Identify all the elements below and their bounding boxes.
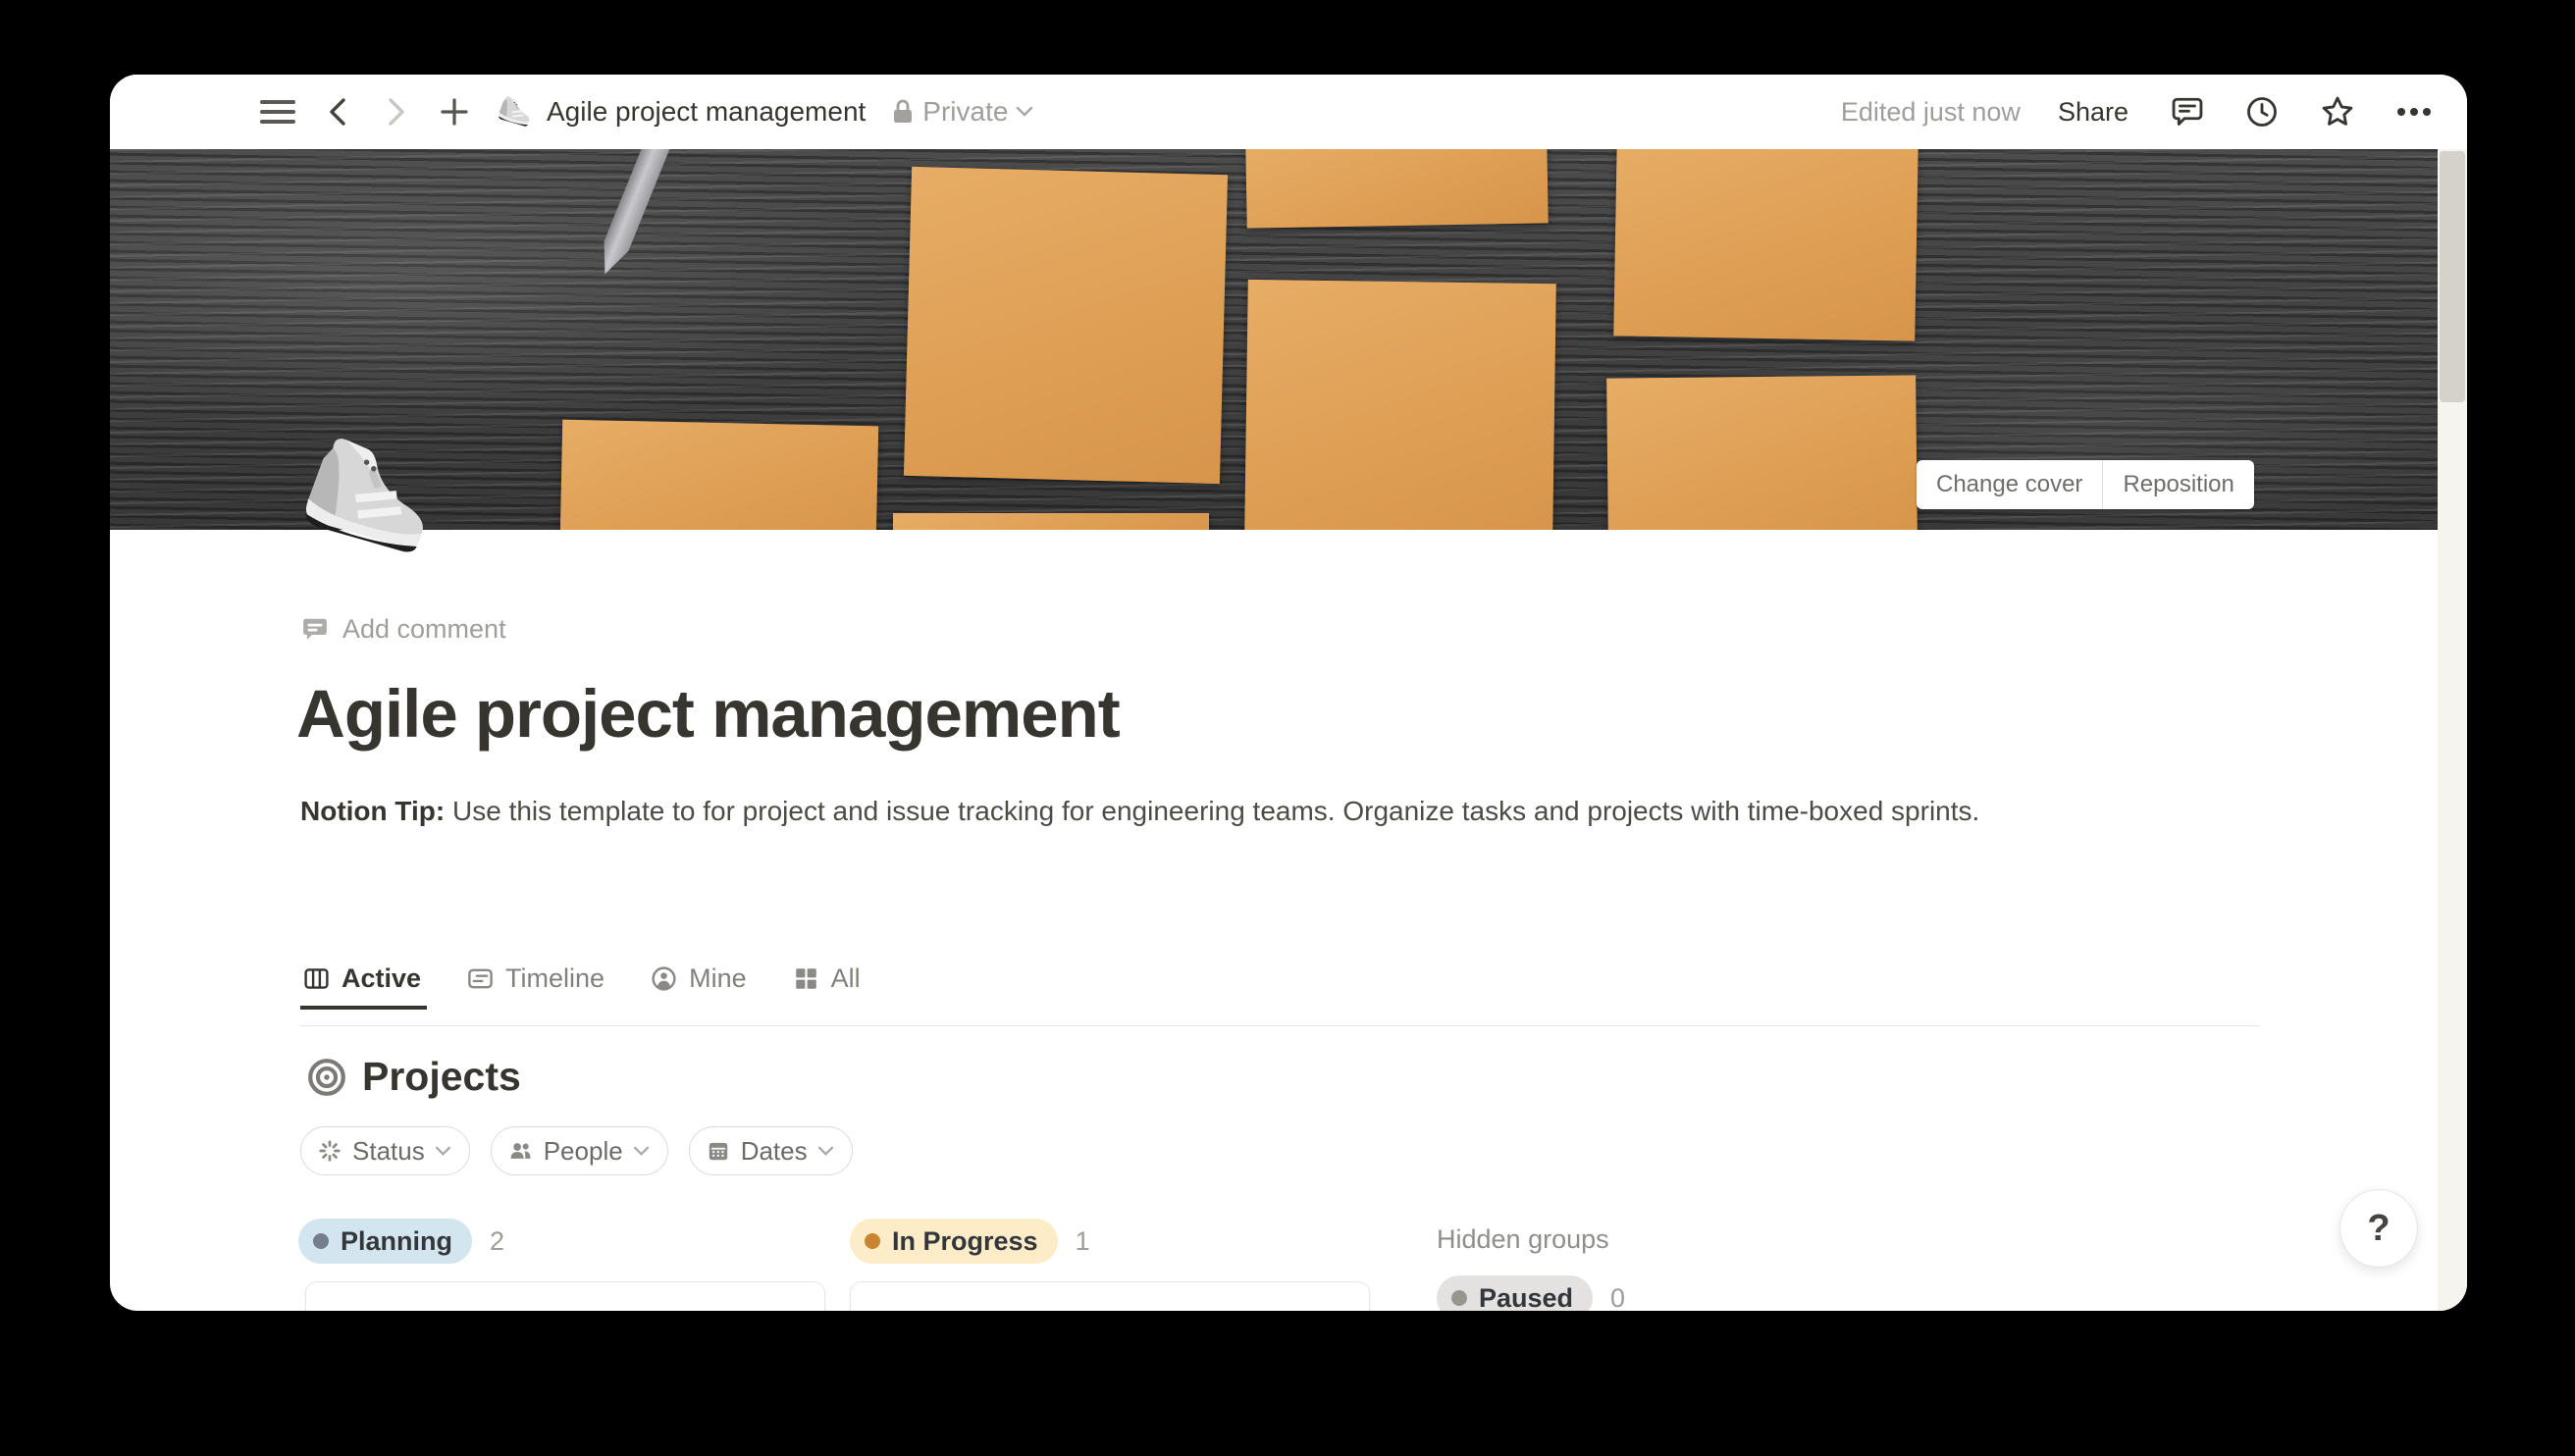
project-card[interactable] bbox=[850, 1281, 1370, 1311]
forward-icon[interactable] bbox=[384, 96, 409, 128]
filter-bar: Status People Dates bbox=[300, 1126, 853, 1175]
share-button[interactable]: Share bbox=[2058, 97, 2128, 128]
timeline-icon bbox=[466, 964, 495, 993]
favorite-star-icon[interactable] bbox=[2319, 93, 2356, 130]
tab-label: Mine bbox=[689, 963, 747, 994]
status-dot bbox=[1451, 1290, 1467, 1306]
breadcrumb-page-title[interactable]: Agile project management bbox=[547, 96, 866, 128]
page-description[interactable]: Notion Tip: Use this template to for pro… bbox=[300, 787, 2175, 835]
group-pill: Planning bbox=[298, 1219, 472, 1264]
cover-buttons: Change cover Reposition bbox=[1917, 460, 2254, 509]
group-planning[interactable]: Planning 2 bbox=[298, 1219, 504, 1264]
cover-pen bbox=[593, 149, 674, 279]
sticky-note bbox=[893, 513, 1209, 530]
sticky-note bbox=[1244, 280, 1556, 530]
status-spinner-icon bbox=[317, 1138, 342, 1164]
cover-image[interactable]: Change cover Reposition bbox=[110, 149, 2438, 530]
tab-timeline[interactable]: Timeline bbox=[464, 963, 610, 1010]
tab-label: All bbox=[831, 963, 861, 994]
more-options-icon[interactable] bbox=[2395, 106, 2433, 118]
scrollbar-track[interactable] bbox=[2438, 149, 2467, 1311]
chevron-down-icon bbox=[435, 1146, 451, 1157]
edited-status: Edited just now bbox=[1841, 97, 2021, 128]
filter-label: Status bbox=[352, 1136, 425, 1167]
lock-icon bbox=[891, 98, 915, 126]
tip-text: Use this template to for project and iss… bbox=[445, 796, 1979, 826]
projects-section-header: Projects bbox=[306, 1054, 521, 1100]
section-title[interactable]: Projects bbox=[362, 1054, 521, 1100]
tab-label: Timeline bbox=[505, 963, 604, 994]
toolbar: Agile project management Private Edited … bbox=[110, 75, 2467, 149]
privacy-dropdown[interactable]: Private bbox=[891, 96, 1033, 128]
hidden-groups-label: Hidden groups bbox=[1437, 1224, 1609, 1255]
history-icon[interactable] bbox=[2244, 94, 2280, 130]
tab-all[interactable]: All bbox=[790, 963, 867, 1010]
chevron-down-icon bbox=[1016, 106, 1033, 118]
group-label: Paused bbox=[1479, 1283, 1573, 1312]
group-pill: In Progress bbox=[850, 1219, 1058, 1264]
page-icon-sneaker[interactable] bbox=[294, 438, 444, 587]
project-card[interactable] bbox=[305, 1281, 825, 1311]
filter-status[interactable]: Status bbox=[300, 1126, 470, 1175]
chevron-down-icon bbox=[817, 1146, 834, 1157]
group-label: Planning bbox=[341, 1226, 452, 1257]
help-button[interactable]: ? bbox=[2339, 1189, 2418, 1268]
add-comment-button[interactable]: Add comment bbox=[300, 614, 506, 645]
sticky-note bbox=[1613, 149, 1918, 341]
page-emoji-sneaker-icon bbox=[496, 95, 535, 129]
calendar-icon bbox=[706, 1138, 731, 1164]
sticky-note bbox=[1245, 149, 1548, 229]
group-count: 2 bbox=[490, 1226, 504, 1257]
change-cover-button[interactable]: Change cover bbox=[1917, 460, 2102, 509]
group-label: In Progress bbox=[892, 1226, 1038, 1257]
group-pill: Paused bbox=[1437, 1275, 1593, 1311]
filter-label: People bbox=[544, 1136, 623, 1167]
filter-label: Dates bbox=[741, 1136, 808, 1167]
page-title[interactable]: Agile project management bbox=[296, 675, 1120, 753]
new-page-icon[interactable] bbox=[439, 96, 470, 128]
target-icon bbox=[306, 1057, 347, 1098]
group-count: 1 bbox=[1076, 1226, 1090, 1257]
view-tabs: Active Timeline Mine All bbox=[300, 963, 867, 1010]
group-in-progress[interactable]: In Progress 1 bbox=[850, 1219, 1090, 1264]
reposition-button[interactable]: Reposition bbox=[2103, 460, 2253, 509]
people-icon bbox=[507, 1138, 534, 1165]
status-dot bbox=[313, 1233, 329, 1249]
notion-window: Agile project management Private Edited … bbox=[110, 75, 2467, 1311]
person-circle-icon bbox=[650, 964, 678, 993]
board-icon bbox=[302, 964, 331, 993]
scrollbar-thumb[interactable] bbox=[2440, 151, 2465, 402]
sidebar-menu-icon[interactable] bbox=[260, 99, 295, 125]
status-dot bbox=[865, 1233, 880, 1249]
group-paused[interactable]: Paused 0 bbox=[1437, 1275, 1625, 1311]
chevron-down-icon bbox=[633, 1146, 650, 1157]
filter-people[interactable]: People bbox=[491, 1126, 668, 1175]
toolbar-left: Agile project management Private bbox=[260, 95, 1033, 129]
toolbar-right: Edited just now Share bbox=[1841, 93, 2433, 130]
tab-active[interactable]: Active bbox=[300, 963, 427, 1010]
sticky-note bbox=[1606, 375, 1918, 530]
sticky-note bbox=[560, 420, 878, 530]
group-count: 0 bbox=[1610, 1283, 1625, 1312]
sticky-note bbox=[904, 167, 1228, 484]
back-icon[interactable] bbox=[325, 96, 350, 128]
filter-dates[interactable]: Dates bbox=[689, 1126, 853, 1175]
tip-label: Notion Tip: bbox=[300, 796, 445, 826]
comments-icon[interactable] bbox=[2170, 94, 2205, 130]
grid-icon bbox=[792, 964, 820, 993]
comment-bubble-icon bbox=[300, 615, 330, 645]
divider bbox=[300, 1025, 2259, 1026]
tab-label: Active bbox=[342, 963, 421, 994]
tab-mine[interactable]: Mine bbox=[648, 963, 753, 1010]
